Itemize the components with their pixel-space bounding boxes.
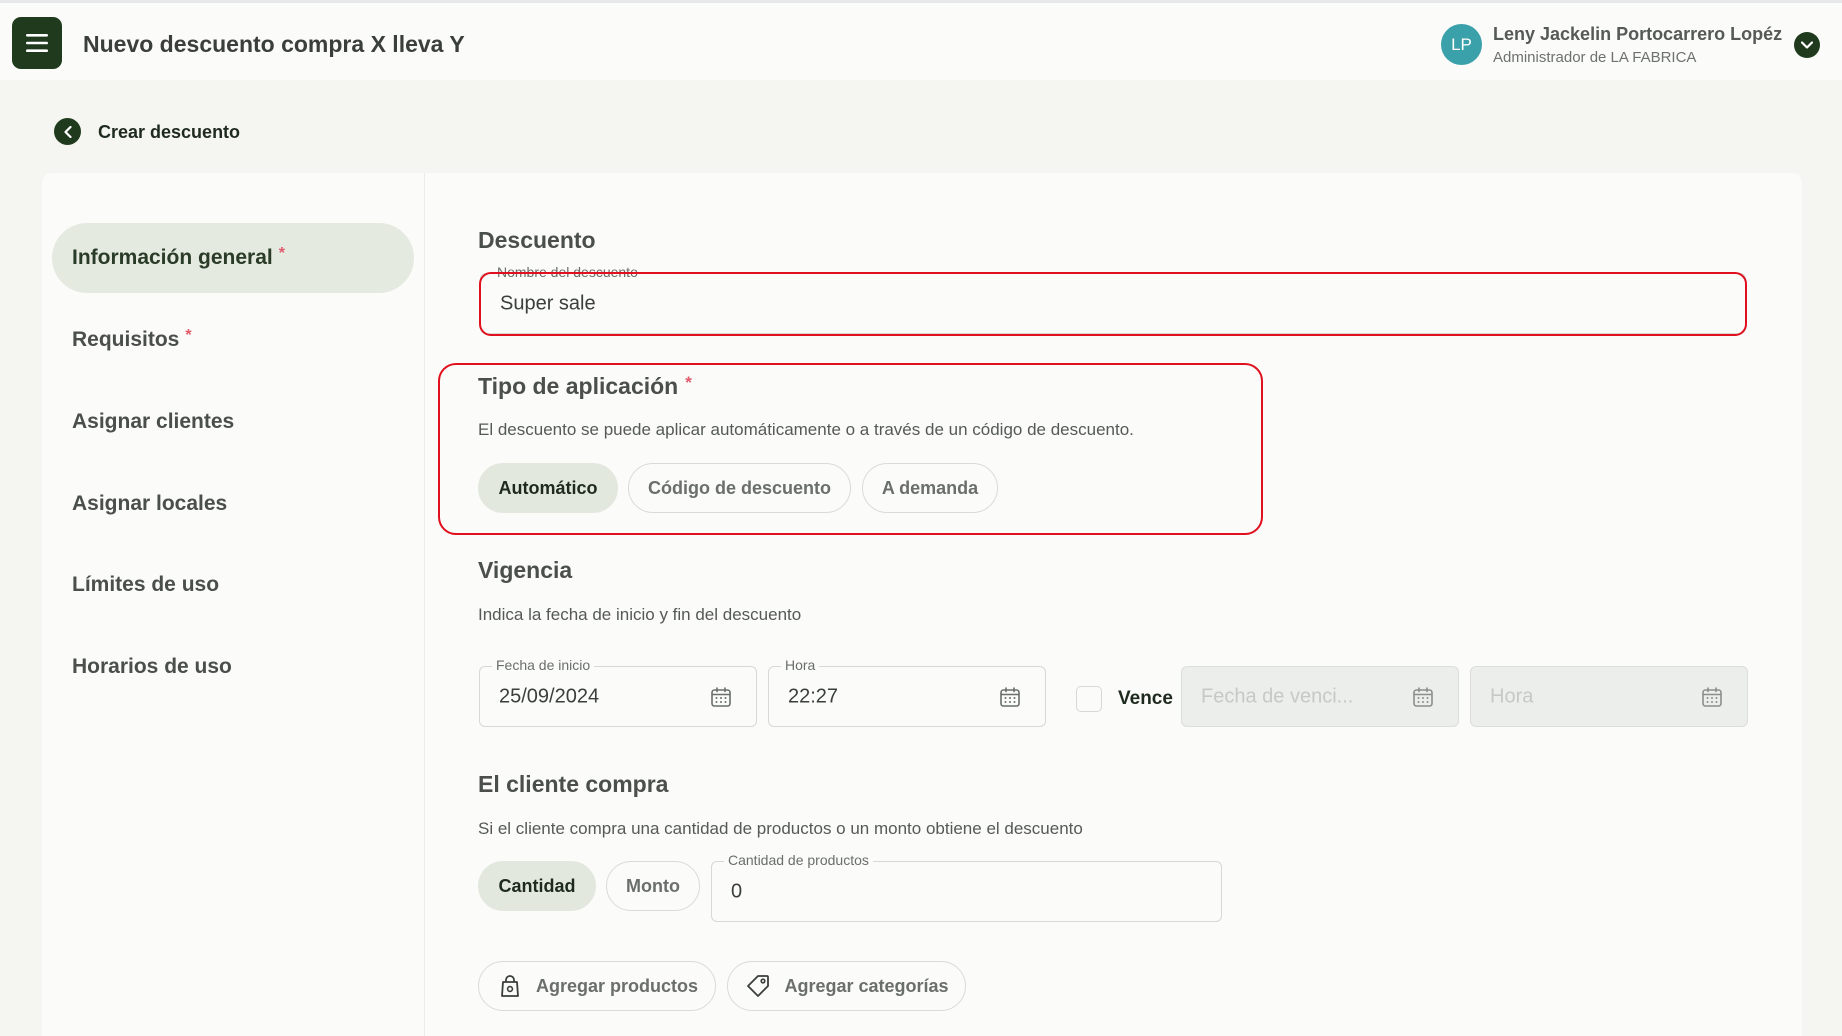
tipo-section-title: Tipo de aplicación * (478, 373, 692, 399)
nav-item-label: Horarios de uso (72, 655, 232, 678)
nav-item-label: Requisitos (72, 328, 180, 351)
vigencia-description: Indica la fecha de inicio y fin del desc… (478, 605, 802, 624)
nav-item-asignar-locales[interactable]: Asignar locales (52, 469, 414, 539)
page-title: Nuevo descuento compra X lleva Y (83, 31, 465, 57)
add-categories-label: Agregar categorías (784, 975, 949, 996)
start-date-value: 25/09/2024 (499, 685, 600, 707)
nav-item-label: Límites de uso (72, 573, 220, 596)
add-categories-button[interactable]: Agregar categorías (727, 961, 966, 1011)
tipo-option-automatico[interactable]: Automático (478, 463, 618, 513)
shopping-bag-icon (501, 975, 519, 997)
cliente-compra-section-title: El cliente compra (478, 771, 669, 797)
quantity-field[interactable]: Cantidad de productos 0 (711, 852, 1222, 922)
add-products-button[interactable]: Agregar productos (478, 961, 716, 1011)
compra-option-cantidad[interactable]: Cantidad (478, 861, 596, 911)
start-date-label: Fecha de inicio (492, 657, 595, 673)
highlight-discount-name (479, 272, 1747, 336)
start-date-field[interactable]: Fecha de inicio 25/09/2024 (479, 657, 757, 727)
hamburger-menu-icon (26, 34, 48, 52)
nav-item-requisitos[interactable]: Requisitos * (52, 305, 414, 375)
start-time-value: 22:27 (788, 685, 839, 707)
calendar-icon[interactable] (1701, 686, 1723, 708)
nav-item-label: Asignar clientes (72, 410, 235, 433)
chevron-left-icon (63, 125, 72, 138)
vigencia-section-title: Vigencia (478, 557, 573, 583)
compra-option-monto[interactable]: Monto (606, 861, 700, 911)
add-products-label: Agregar productos (535, 975, 699, 996)
start-time-label: Hora (781, 657, 820, 673)
user-menu-button[interactable] (1794, 32, 1820, 58)
nav-item-limites-de-uso[interactable]: Límites de uso (52, 550, 414, 620)
end-date-placeholder: Fecha de venci... (1201, 685, 1354, 707)
nav-item-informacion-general[interactable]: Información general * (52, 223, 414, 293)
expires-label: Vence (1118, 688, 1173, 709)
tipo-description: El descuento se puede aplicar automática… (478, 420, 1134, 439)
tag-icon (747, 975, 770, 997)
nav-item-asignar-clientes[interactable]: Asignar clientes (52, 387, 414, 457)
start-time-field[interactable]: Hora 22:27 (768, 657, 1046, 727)
nav-item-label: Asignar locales (72, 492, 228, 515)
calendar-icon[interactable] (710, 686, 732, 708)
chevron-down-icon (1801, 41, 1813, 49)
quantity-value: 0 (731, 880, 743, 902)
tipo-option-codigo[interactable]: Código de descuento (628, 463, 851, 513)
required-marker: * (278, 245, 285, 262)
end-time-placeholder: Hora (1490, 685, 1534, 707)
user-name: Leny Jackelin Portocarrero Lopéz (1493, 24, 1783, 44)
descuento-section-title: Descuento (478, 227, 596, 253)
section-nav: Información general * Requisitos * Asign… (42, 173, 425, 1036)
end-date-field[interactable]: Fecha de venci... (1181, 666, 1459, 727)
user-role: Administrador de LA FABRICA (1493, 49, 1697, 66)
nav-item-label: Información general (72, 246, 273, 269)
back-button[interactable] (54, 118, 81, 145)
user-avatar[interactable]: LP (1441, 24, 1482, 65)
cliente-compra-description: Si el cliente compra una cantidad de pro… (478, 819, 1083, 838)
calendar-icon[interactable] (1412, 686, 1434, 708)
required-marker: * (685, 373, 692, 392)
tipo-option-a-demanda[interactable]: A demanda (862, 463, 998, 513)
quantity-label: Cantidad de productos (724, 852, 873, 868)
hamburger-menu-button[interactable] (12, 17, 62, 69)
end-time-field[interactable]: Hora (1470, 666, 1748, 727)
back-link[interactable]: Crear descuento (98, 122, 240, 143)
required-marker: * (185, 327, 192, 344)
top-bar: Nuevo descuento compra X lleva Y LP Leny… (0, 0, 1842, 80)
expires-checkbox[interactable] (1076, 686, 1102, 712)
nav-item-horarios-de-uso[interactable]: Horarios de uso (52, 632, 414, 702)
calendar-icon[interactable] (999, 686, 1021, 708)
